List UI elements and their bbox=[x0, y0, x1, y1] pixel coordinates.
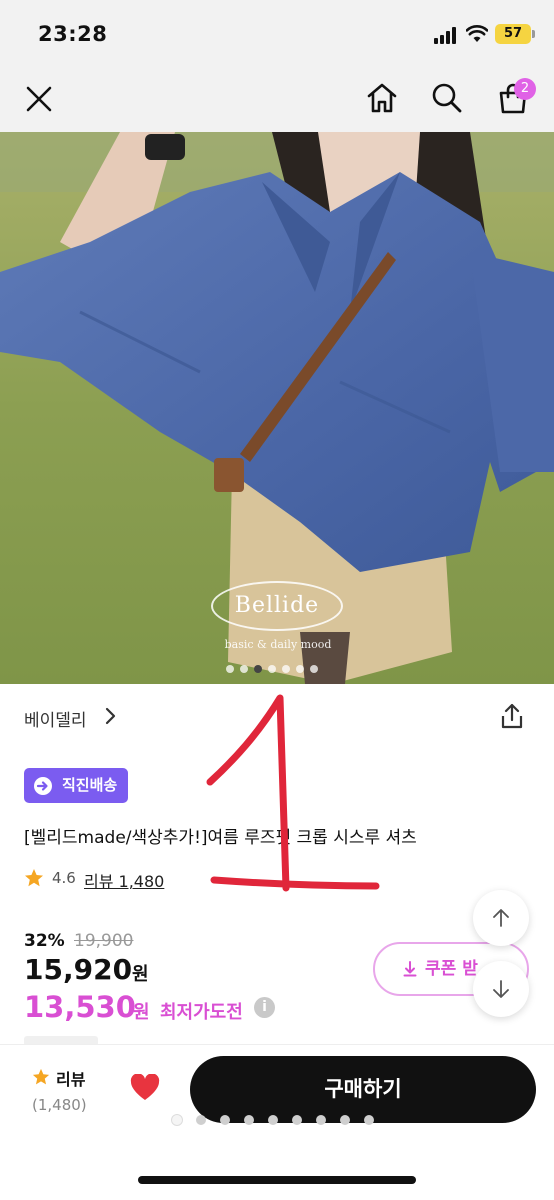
carousel-dot[interactable] bbox=[226, 665, 234, 673]
coupon-label: 쿠폰 받 bbox=[425, 959, 478, 979]
best-price-unit: 원 bbox=[133, 1002, 150, 1023]
delivery-arrow-icon bbox=[34, 777, 52, 795]
info-icon[interactable]: i bbox=[254, 997, 275, 1018]
discount-rate: 32% bbox=[24, 931, 65, 951]
share-icon[interactable] bbox=[498, 702, 526, 730]
home-icon[interactable] bbox=[365, 81, 399, 115]
badge-label: 직진배송 bbox=[62, 776, 118, 794]
brand-tagline: basic & daily mood bbox=[224, 638, 332, 651]
carousel-dot[interactable] bbox=[310, 665, 318, 673]
arrow-up-icon bbox=[493, 909, 509, 927]
download-icon bbox=[403, 961, 417, 977]
scroll-down-button[interactable] bbox=[473, 961, 529, 1017]
page-dot bbox=[292, 1115, 302, 1125]
review-link[interactable]: 리뷰 1,480 bbox=[84, 868, 164, 892]
review-star-icon bbox=[32, 1068, 50, 1085]
original-price: 19,900 bbox=[74, 931, 134, 951]
review-tab-count[interactable]: (1,480) bbox=[32, 1096, 87, 1114]
carousel-dot[interactable] bbox=[240, 665, 248, 673]
search-icon[interactable] bbox=[430, 81, 464, 115]
battery-icon: 57 bbox=[495, 24, 531, 44]
wifi-icon bbox=[466, 25, 488, 42]
sale-price: 15,920 bbox=[24, 953, 133, 986]
seller-name[interactable]: 베이델리 bbox=[24, 706, 87, 731]
page-dot bbox=[244, 1115, 254, 1125]
heart-icon[interactable] bbox=[130, 1074, 160, 1102]
chevron-right-icon[interactable] bbox=[102, 706, 118, 726]
annotation-number-one bbox=[206, 694, 380, 892]
status-time: 23:28 bbox=[38, 22, 108, 46]
carousel-dot-active[interactable] bbox=[254, 665, 262, 673]
scroll-up-button[interactable] bbox=[473, 890, 529, 946]
star-icon bbox=[25, 869, 43, 887]
sale-price-unit: 원 bbox=[132, 964, 149, 985]
best-price-label: 최저가도전 bbox=[160, 1002, 243, 1023]
page-dot bbox=[268, 1115, 278, 1125]
carousel-dot[interactable] bbox=[282, 665, 290, 673]
arrow-down-icon bbox=[493, 980, 509, 998]
page-dot bbox=[196, 1115, 206, 1125]
carousel-dot[interactable] bbox=[268, 665, 276, 673]
direct-delivery-badge: 직진배송 bbox=[24, 768, 128, 803]
best-price: 13,530 bbox=[24, 990, 136, 1024]
page-dot bbox=[364, 1115, 374, 1125]
product-hero-image[interactable]: Bellide basic & daily mood bbox=[0, 132, 554, 684]
page-dot-active bbox=[172, 1115, 182, 1125]
review-tab-label[interactable]: 리뷰 bbox=[56, 1066, 85, 1090]
battery-cap bbox=[532, 30, 535, 38]
rating-value: 4.6 bbox=[52, 869, 76, 887]
page-dot bbox=[316, 1115, 326, 1125]
carousel-dot[interactable] bbox=[296, 665, 304, 673]
status-bar: 23:28 57 bbox=[0, 0, 554, 64]
home-indicator[interactable] bbox=[138, 1176, 416, 1184]
cart-badge: 2 bbox=[514, 78, 536, 100]
nav-bar bbox=[0, 64, 554, 132]
signal-icon bbox=[434, 26, 460, 44]
page-dot bbox=[220, 1115, 230, 1125]
page-indicator-dots bbox=[172, 1110, 388, 1125]
image-carousel-dots[interactable] bbox=[226, 658, 324, 673]
page-dot bbox=[340, 1115, 350, 1125]
brand-watermark: Bellide bbox=[211, 581, 343, 631]
close-icon[interactable] bbox=[22, 82, 56, 116]
